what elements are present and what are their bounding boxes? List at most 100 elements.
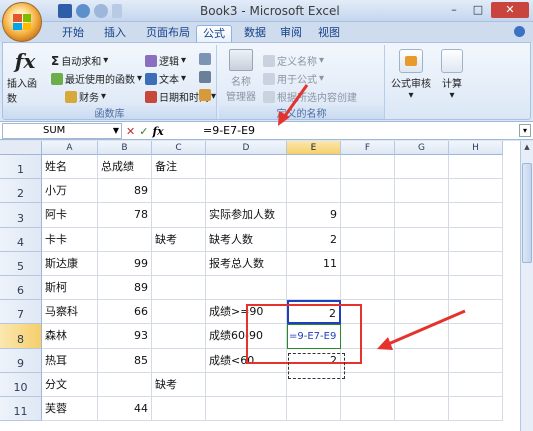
row-header[interactable]: 3 <box>0 203 42 228</box>
calculation-button[interactable]: 计算 ▾ <box>435 49 469 101</box>
cell-c3[interactable] <box>152 203 206 228</box>
cell-b3[interactable]: 78 <box>98 203 152 228</box>
cell-b7[interactable]: 66 <box>98 300 152 325</box>
cell-a10[interactable]: 分文 <box>42 372 98 397</box>
cell-h11[interactable] <box>449 397 503 422</box>
cell-e3[interactable]: 9 <box>287 203 341 228</box>
column-header-a[interactable]: A <box>42 141 98 155</box>
cell-g4[interactable] <box>395 227 449 252</box>
row-header[interactable]: 8 <box>0 324 42 349</box>
financial-button[interactable]: 财务 ▾ <box>65 89 106 104</box>
cell-c4[interactable]: 缺考 <box>152 227 206 252</box>
column-header-g[interactable]: G <box>395 141 449 155</box>
cell-h9[interactable] <box>449 348 503 373</box>
cell-h3[interactable] <box>449 203 503 228</box>
cell-h1[interactable] <box>449 155 503 180</box>
cell-d8[interactable]: 成绩60-90 <box>206 324 287 349</box>
help-icon[interactable] <box>514 26 525 37</box>
cell-g2[interactable] <box>395 179 449 204</box>
cell-f10[interactable] <box>341 372 395 397</box>
insert-function-button[interactable]: fx 插入函数 <box>7 51 43 105</box>
cell-e4[interactable]: 2 <box>287 227 341 252</box>
cell-e5[interactable]: 11 <box>287 251 341 276</box>
row-header[interactable]: 5 <box>0 251 42 276</box>
name-manager-button[interactable]: 名称 管理器 <box>223 49 259 103</box>
cell-a11[interactable]: 芙蓉 <box>42 397 98 422</box>
cell-h6[interactable] <box>449 276 503 301</box>
cell-f11[interactable] <box>341 397 395 422</box>
cell-b1[interactable]: 总成绩 <box>98 155 152 180</box>
lookup-reference-button[interactable] <box>199 53 211 65</box>
save-icon[interactable] <box>58 4 72 18</box>
cell-f7[interactable] <box>341 300 395 325</box>
cell-h10[interactable] <box>449 372 503 397</box>
cell-f6[interactable] <box>341 276 395 301</box>
cell-c7[interactable] <box>152 300 206 325</box>
cell-f4[interactable] <box>341 227 395 252</box>
cell-h8[interactable] <box>449 324 503 349</box>
office-button[interactable] <box>2 2 42 42</box>
cell-d6[interactable] <box>206 276 287 301</box>
tab-insert[interactable]: 插入 <box>98 25 132 42</box>
cell-d2[interactable] <box>206 179 287 204</box>
cell-b4[interactable] <box>98 227 152 252</box>
row-header[interactable]: 9 <box>0 348 42 373</box>
use-in-formula-button[interactable]: 用于公式 ▾ <box>263 71 324 86</box>
qat-customize-icon[interactable] <box>112 4 122 18</box>
cell-a8[interactable]: 森林 <box>42 324 98 349</box>
cell-a1[interactable]: 姓名 <box>42 155 98 180</box>
close-button[interactable]: ✕ <box>491 2 529 18</box>
math-trig-button[interactable] <box>199 71 211 83</box>
row-header[interactable]: 6 <box>0 276 42 301</box>
cell-f1[interactable] <box>341 155 395 180</box>
cell-h4[interactable] <box>449 227 503 252</box>
cell-d11[interactable] <box>206 397 287 422</box>
tab-review[interactable]: 审阅 <box>274 25 308 42</box>
cell-b8[interactable]: 93 <box>98 324 152 349</box>
cell-e11[interactable] <box>287 397 341 422</box>
cell-c5[interactable] <box>152 251 206 276</box>
cell-c6[interactable] <box>152 276 206 301</box>
cell-e7[interactable]: 2 <box>287 300 341 325</box>
enter-icon[interactable]: ✓ <box>139 125 148 138</box>
cell-f5[interactable] <box>341 251 395 276</box>
tab-formulas[interactable]: 公式 <box>196 25 232 42</box>
cell-c10[interactable]: 缺考 <box>152 372 206 397</box>
cell-b5[interactable]: 99 <box>98 251 152 276</box>
cell-a4[interactable]: 卡卡 <box>42 227 98 252</box>
cell-c8[interactable] <box>152 324 206 349</box>
undo-icon[interactable] <box>76 4 90 18</box>
cell-c2[interactable] <box>152 179 206 204</box>
cell-b2[interactable]: 89 <box>98 179 152 204</box>
cell-e1[interactable] <box>287 155 341 180</box>
select-all-button[interactable] <box>0 141 42 155</box>
cell-b9[interactable]: 85 <box>98 348 152 373</box>
cell-e2[interactable] <box>287 179 341 204</box>
row-header[interactable]: 11 <box>0 397 42 422</box>
vertical-scrollbar[interactable]: ▲ <box>520 141 533 431</box>
tab-data[interactable]: 数据 <box>238 25 272 42</box>
autosum-button[interactable]: Σ 自动求和 ▾ <box>51 53 108 69</box>
row-header[interactable]: 2 <box>0 179 42 204</box>
column-header-e[interactable]: E <box>287 141 341 155</box>
column-header-h[interactable]: H <box>449 141 503 155</box>
tab-view[interactable]: 视图 <box>312 25 346 42</box>
ribbon-window-controls[interactable] <box>514 26 525 40</box>
create-from-selection-button[interactable]: 根据所选内容创建 <box>263 89 357 104</box>
recent-functions-button[interactable]: 最近使用的函数 ▾ <box>51 71 142 86</box>
cell-a9[interactable]: 热耳 <box>42 348 98 373</box>
expand-formula-bar-button[interactable]: ▾ <box>519 124 531 137</box>
more-functions-button[interactable] <box>199 89 211 101</box>
cell-g8[interactable] <box>395 324 449 349</box>
insert-function-icon[interactable]: fx <box>152 125 163 138</box>
text-button[interactable]: 文本 ▾ <box>145 71 186 86</box>
column-header-f[interactable]: F <box>341 141 395 155</box>
cancel-icon[interactable]: ✕ <box>126 125 135 138</box>
cell-b10[interactable] <box>98 372 152 397</box>
name-box[interactable]: SUM ▼ <box>2 123 122 139</box>
cell-g9[interactable] <box>395 348 449 373</box>
cell-c11[interactable] <box>152 397 206 422</box>
cell-d5[interactable]: 报考总人数 <box>206 251 287 276</box>
row-header[interactable]: 10 <box>0 372 42 397</box>
cell-g7[interactable] <box>395 300 449 325</box>
